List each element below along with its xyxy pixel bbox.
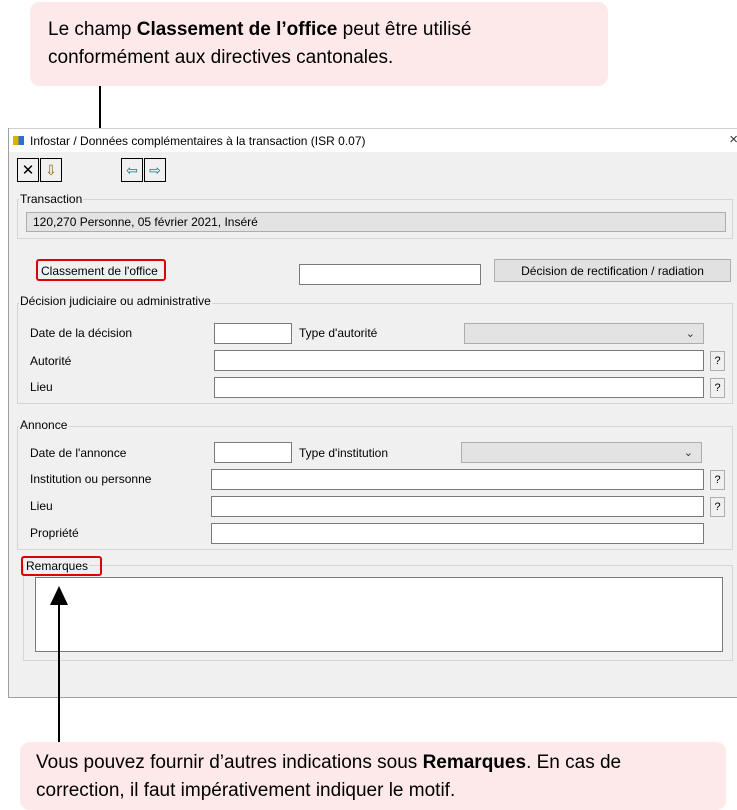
app-icon [13, 136, 24, 145]
property-field[interactable] [211, 523, 704, 544]
highlight-box-remarks [21, 556, 102, 576]
arrow-left-icon: ⇦ [126, 161, 138, 178]
decision-place-help-button[interactable]: ? [710, 378, 725, 398]
authority-help-button[interactable]: ? [710, 351, 725, 371]
callout-text: Le champ [48, 19, 137, 40]
rectification-decision-button[interactable]: Décision de rectification / radiation [494, 259, 731, 282]
decision-date-label: Date de la décision [30, 326, 133, 340]
announcement-group-label: Annonce [19, 418, 69, 432]
institution-field[interactable] [211, 469, 704, 490]
chevron-down-icon: ⌄ [685, 328, 695, 340]
callout-bold-text: Remarques [422, 752, 527, 773]
save-icon: ⇩ [45, 161, 57, 178]
institution-help-button[interactable]: ? [710, 470, 725, 490]
announcement-date-label: Date de l'annonce [30, 446, 127, 460]
property-label: Propriété [30, 526, 79, 540]
announcement-place-label: Lieu [30, 499, 53, 513]
chevron-down-icon: ⌄ [683, 447, 693, 459]
authority-type-label: Type d'autorité [299, 326, 378, 340]
previous-button[interactable]: ⇦ [121, 158, 143, 182]
authority-type-select[interactable]: ⌄ [464, 323, 704, 344]
transaction-group-label: Transaction [19, 192, 84, 206]
next-button[interactable]: ⇨ [144, 158, 166, 182]
transaction-value: 120,270 Personne, 05 février 2021, Insér… [33, 215, 258, 229]
decision-place-field[interactable] [214, 377, 704, 398]
decision-place-label: Lieu [30, 380, 53, 394]
close-icon: ✕ [21, 162, 35, 179]
highlight-box-office [36, 259, 166, 281]
callout-office-classification: Le champ Classement de l’office peut êtr… [30, 2, 608, 86]
remarks-textarea[interactable] [35, 577, 723, 652]
decision-group-label: Décision judiciaire ou administrative [19, 294, 212, 308]
institution-type-label: Type d'institution [299, 446, 389, 460]
callout-bold-text: Classement de l’office [136, 19, 338, 40]
title-bar: Infostar / Données complémentaires à la … [9, 128, 737, 152]
arrow-head-up-icon [50, 586, 68, 605]
dialog-window: Infostar / Données complémentaires à la … [8, 128, 737, 698]
authority-field[interactable] [214, 350, 704, 371]
announcement-place-help-button[interactable]: ? [710, 497, 725, 517]
window-title: Infostar / Données complémentaires à la … [30, 134, 366, 148]
arrow-line-bottom [58, 604, 60, 742]
callout-remarks: Vous pouvez fournir d’autres indications… [20, 742, 726, 810]
announcement-place-field[interactable] [211, 496, 704, 517]
close-icon[interactable]: × [729, 131, 737, 148]
decision-date-field[interactable] [214, 323, 292, 344]
announcement-date-field[interactable] [214, 442, 292, 463]
transaction-field: 120,270 Personne, 05 février 2021, Insér… [26, 212, 726, 232]
office-classification-field[interactable] [299, 264, 481, 285]
callout-text: Vous pouvez fournir d’autres indications… [36, 752, 423, 773]
institution-label: Institution ou personne [30, 472, 152, 486]
institution-type-select[interactable]: ⌄ [461, 442, 702, 463]
authority-label: Autorité [30, 354, 72, 368]
cancel-button[interactable]: ✕ [17, 158, 39, 182]
arrow-right-icon: ⇨ [149, 161, 161, 178]
save-button[interactable]: ⇩ [40, 158, 62, 182]
